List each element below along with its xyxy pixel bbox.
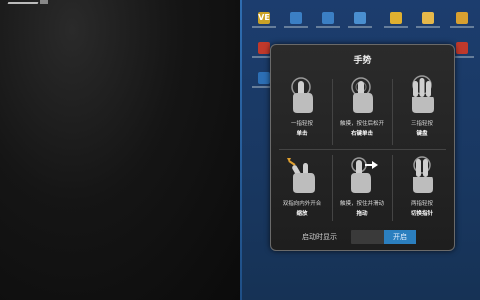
gesture-touch-hold-drag: 触摸，按住并滑动 拖动	[334, 153, 390, 231]
top-left-mark-2	[40, 0, 48, 4]
desktop-icon-7[interactable]	[448, 12, 476, 36]
gesture-touch-hold-release: 触摸，按住后松开 右键单击	[334, 73, 390, 151]
top-left-mark	[7, 2, 39, 4]
gesture-action: 右键单击	[350, 131, 373, 137]
desktop-icon-1[interactable]: VE	[250, 12, 278, 36]
gesture-description: 双指向内外开合	[282, 201, 322, 207]
gesture-action: 键盘	[416, 131, 428, 137]
show-on-startup-label: 启动时显示	[302, 233, 337, 241]
grid-divider	[392, 79, 393, 145]
grid-divider	[332, 155, 333, 221]
desktop-icon-2[interactable]	[282, 12, 310, 36]
grid-divider	[392, 155, 393, 221]
gesture-one-finger-tap: 一指轻按 单击	[274, 73, 330, 151]
gesture-description: 一指轻按	[290, 121, 313, 127]
pinch-zoom-icon	[287, 158, 315, 193]
gesture-action: 拖动	[356, 211, 368, 217]
grid-divider	[332, 79, 333, 145]
gesture-action: 缩放	[296, 211, 308, 217]
touch-hold-release-icon	[351, 77, 373, 113]
desktop-icon-6[interactable]	[414, 12, 442, 36]
panel-title: 手势	[353, 56, 372, 66]
one-finger-tap-icon	[291, 77, 313, 113]
two-finger-tap-icon	[413, 156, 433, 193]
desktop-icon-3[interactable]	[314, 12, 342, 36]
left-dark-pane	[0, 0, 240, 300]
gesture-action: 单击	[296, 131, 308, 137]
gesture-action: 切换指针	[410, 211, 433, 217]
desktop-icon-4[interactable]	[346, 12, 374, 36]
three-finger-tap-icon	[412, 75, 434, 113]
gesture-two-finger-tap: 两指轻按 切换指针	[394, 153, 450, 231]
gesture-description: 触摸，按住并滑动	[339, 201, 384, 207]
gesture-pinch-zoom: 双指向内外开合 缩放	[274, 153, 330, 231]
gesture-description: 两指轻按	[410, 201, 433, 207]
gesture-description: 触摸，按住后松开	[339, 121, 384, 127]
gesture-help-panel: 手势 一指轻按 单击 触摸，按住后松开 右键单击 三指轻按 键盘 双指向内外开合…	[270, 44, 455, 251]
gesture-description: 三指轻按	[410, 121, 433, 127]
toggle-on-button[interactable]: 开启	[384, 230, 416, 244]
desktop-icon-5[interactable]	[382, 12, 410, 36]
gesture-three-finger-tap: 三指轻按 键盘	[394, 73, 450, 151]
touch-hold-drag-icon	[351, 157, 378, 193]
